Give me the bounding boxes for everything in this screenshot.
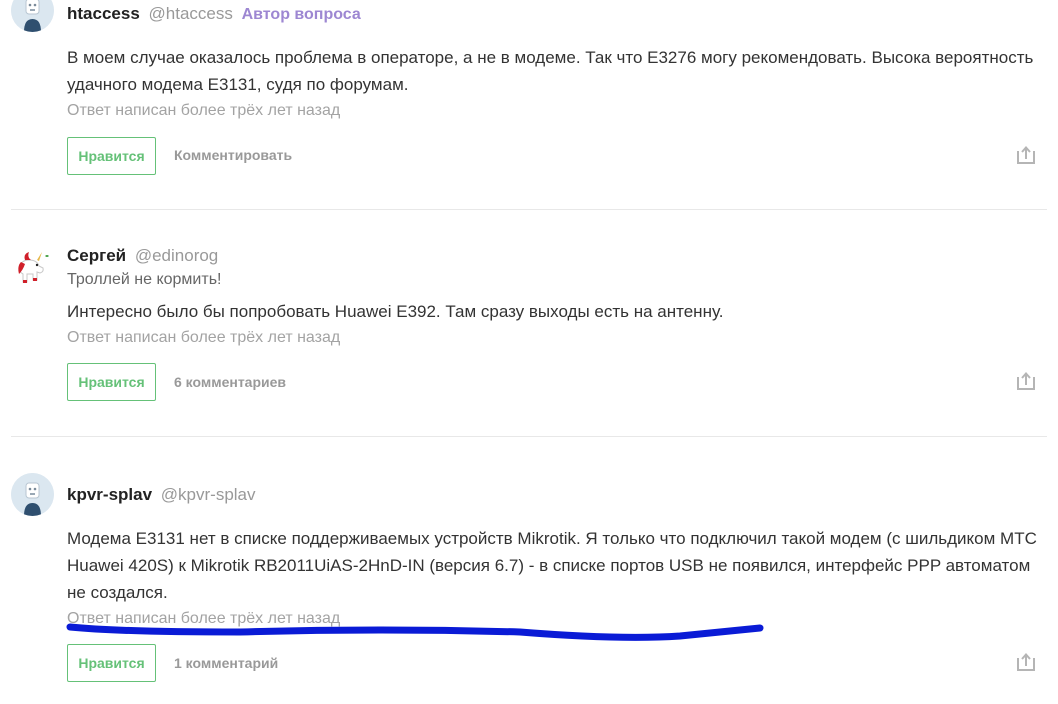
answer-text: Модема E3131 нет в списке поддерживаемых… — [67, 529, 1037, 602]
share-icon[interactable] — [1015, 370, 1037, 392]
share-icon[interactable] — [1015, 144, 1037, 166]
author-subtitle: Троллей не кормить! — [67, 271, 222, 288]
author-line: kpvr-splav @kpvr-splav — [67, 485, 256, 505]
like-button[interactable]: Нравится — [67, 363, 156, 401]
author-badge: Автор вопроса — [241, 6, 361, 23]
answer-text: В моем случае оказалось проблема в опера… — [67, 48, 1034, 94]
like-button[interactable]: Нравится — [67, 137, 156, 175]
default-user-avatar-icon[interactable] — [11, 0, 54, 32]
author-name[interactable]: kpvr-splav — [67, 485, 152, 504]
share-icon[interactable] — [1015, 651, 1037, 673]
author-name[interactable]: htaccess — [67, 4, 140, 23]
author-nick[interactable]: @edinorog — [135, 246, 218, 265]
comment-link[interactable]: Комментировать — [174, 147, 292, 163]
author-nick[interactable]: @kpvr-splav — [161, 485, 256, 504]
like-button[interactable]: Нравится — [67, 644, 156, 682]
answer-meta: Ответ написан более трёх лет назад — [67, 610, 341, 627]
default-user-avatar-icon[interactable] — [11, 473, 54, 516]
comments-count-link[interactable]: 6 комментариев — [174, 374, 286, 390]
divider — [11, 436, 1047, 437]
answer-meta: Ответ написан более трёх лет назад — [67, 329, 341, 346]
answer-meta: Ответ написан более трёх лет назад — [67, 102, 341, 119]
comments-count-link[interactable]: 1 комментарий — [174, 655, 278, 671]
divider — [11, 209, 1047, 210]
author-line: htaccess @htaccess Автор вопроса — [67, 4, 361, 25]
author-name[interactable]: Сергей — [67, 246, 126, 265]
unicorn-avatar-icon[interactable] — [11, 246, 54, 289]
answer-text: Интересно было бы попробовать Huawei E39… — [67, 302, 724, 321]
author-nick[interactable]: @htaccess — [149, 4, 233, 23]
author-line: Сергей @edinorog — [67, 246, 218, 266]
